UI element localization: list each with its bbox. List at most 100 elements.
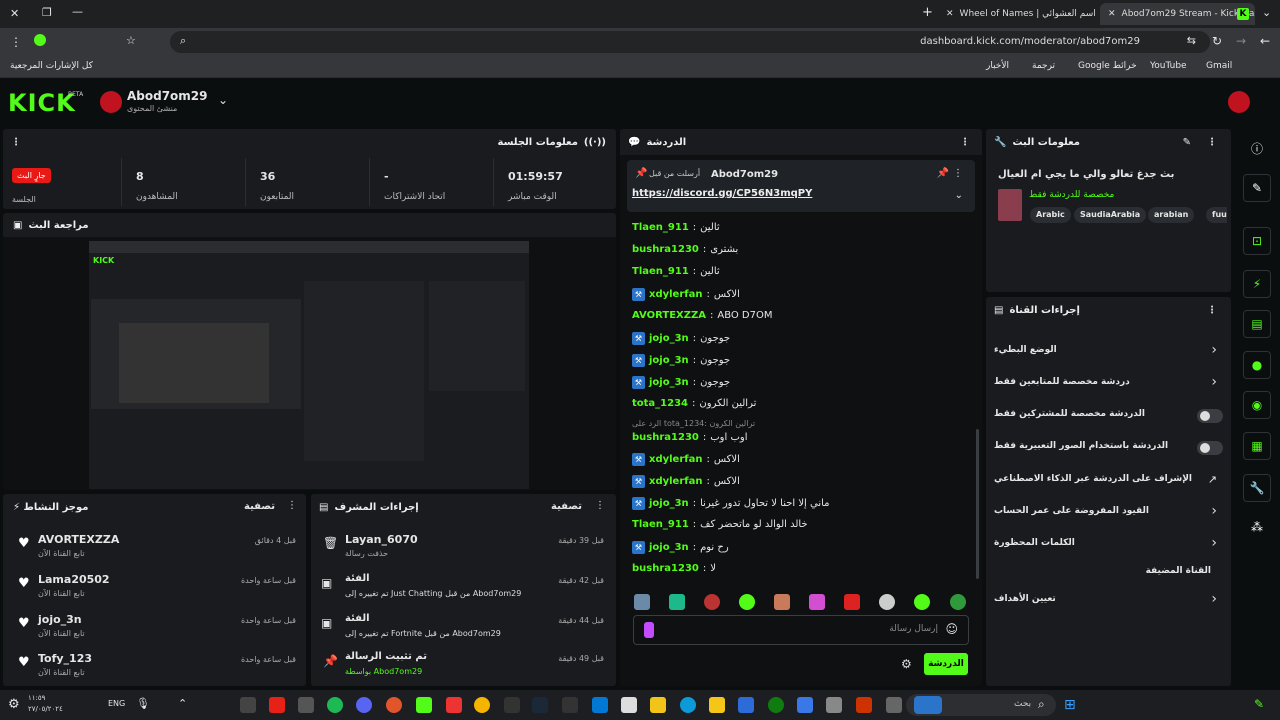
reply-context[interactable]: الرد على tota_1234: ترالين الكرون xyxy=(632,419,755,428)
close-window-icon[interactable]: ✕ xyxy=(10,7,19,20)
chat-username[interactable]: tota_1234 xyxy=(632,398,688,409)
taskbar-app-icon[interactable] xyxy=(650,697,666,713)
tag[interactable]: fuuu xyxy=(1206,207,1227,223)
chat-username[interactable]: jojo_3n xyxy=(649,333,689,344)
extension-icon[interactable] xyxy=(34,34,46,46)
spotify-icon[interactable] xyxy=(327,697,343,713)
forward-icon[interactable]: → xyxy=(1236,34,1246,48)
chevron-down-icon[interactable]: ⌄ xyxy=(218,93,228,107)
channel-action-row[interactable]: الدردشة مخصصة للمشتركين فقط xyxy=(986,404,1231,428)
chat-message[interactable]: Tlaen_911: ثالين xyxy=(632,222,720,233)
chat-username[interactable]: AVORTEXZZA xyxy=(632,310,706,321)
broadcast-icon[interactable]: ◉ xyxy=(1243,391,1271,419)
close-tab-icon[interactable]: ✕ xyxy=(1108,9,1116,19)
chevron-right-icon[interactable]: › xyxy=(1211,374,1217,390)
emote[interactable] xyxy=(739,594,755,610)
close-tab-icon[interactable]: ✕ xyxy=(946,9,954,19)
taskbar-app-icon[interactable] xyxy=(797,697,813,713)
user-avatar[interactable] xyxy=(1228,91,1250,113)
more-icon[interactable]: ⋮ xyxy=(595,500,605,511)
file-explorer-icon[interactable] xyxy=(709,697,725,713)
chat-message[interactable]: ⚒ xdylerfan: الاكس xyxy=(632,288,740,301)
taskbar-app-icon[interactable] xyxy=(240,697,256,713)
tag[interactable]: arabian xyxy=(1148,207,1195,223)
taskbar-app-icon[interactable] xyxy=(386,697,402,713)
send-chat-button[interactable]: الدردشة xyxy=(924,653,968,675)
chevron-right-icon[interactable]: › xyxy=(1211,342,1217,358)
site-settings-icon[interactable]: ⇆ xyxy=(1187,34,1196,47)
pencil-icon[interactable]: ✎ xyxy=(1243,174,1271,202)
emote[interactable] xyxy=(809,594,825,610)
bookmark-news[interactable]: الأخبار xyxy=(986,61,1009,71)
chat-username[interactable]: Tlaen_911 xyxy=(632,519,689,530)
channel-action-row[interactable]: الكلمات المحظورة › xyxy=(986,533,1231,557)
emote[interactable] xyxy=(704,594,720,610)
chat-message[interactable]: ⚒ jojo_3n: جوجون xyxy=(632,354,730,367)
chat-message[interactable]: bushra1230: اوب اوب xyxy=(632,432,747,443)
bookmark-translate[interactable]: ترجمة xyxy=(1032,61,1055,71)
menu-icon[interactable]: ⋮ xyxy=(10,35,22,49)
filter-button[interactable]: تصفية xyxy=(551,501,582,512)
chat-input[interactable]: إرسال رسالة ☺ xyxy=(633,615,969,645)
clock-date[interactable]: ٢٧/٠٥/٢٠٢٤ xyxy=(28,705,63,713)
emote[interactable] xyxy=(844,594,860,610)
chat-username[interactable]: xdylerfan xyxy=(649,289,703,300)
pinned-link[interactable]: https://discord.gg/CP56N3mqPY xyxy=(632,188,812,199)
all-bookmarks[interactable]: كل الإشارات المرجعية xyxy=(10,61,93,71)
minimize-icon[interactable]: — xyxy=(72,5,83,18)
taskbar-app-icon[interactable] xyxy=(298,697,314,713)
back-icon[interactable]: ← xyxy=(1260,34,1270,48)
bookmark-gmail[interactable]: Gmail xyxy=(1206,61,1232,71)
windows-start-icon[interactable]: ⊞ xyxy=(1064,697,1076,713)
tag[interactable]: SaudiaArabia xyxy=(1074,207,1147,223)
chrome-icon[interactable] xyxy=(474,697,490,713)
chevron-up-icon[interactable]: ⌃ xyxy=(178,697,187,710)
chat-scrollbar[interactable] xyxy=(976,429,979,579)
more-icon[interactable]: ⋮ xyxy=(953,168,963,179)
chat-message[interactable]: tota_1234: ترالين الكرون xyxy=(632,398,756,409)
chat-username[interactable]: Tlaen_911 xyxy=(632,266,689,277)
obs-icon[interactable] xyxy=(826,697,842,713)
bookmark-maps[interactable]: Google خرائط xyxy=(1078,61,1137,71)
chat-username[interactable]: jojo_3n xyxy=(649,355,689,366)
chat-message[interactable]: ⚒ xdylerfan: الاكس xyxy=(632,453,740,466)
taskbar-app-icon[interactable] xyxy=(886,697,902,713)
chat-message[interactable]: ⚒ jojo_3n: ماني إلا احنا لا تحاول تدور غير… xyxy=(632,497,830,510)
xbox-icon[interactable] xyxy=(768,697,784,713)
chat-username[interactable]: xdylerfan xyxy=(649,476,703,487)
channel-action-row[interactable]: دردشة مخصصة للمتابعين فقط › xyxy=(986,372,1231,396)
focus-icon[interactable]: ⊡ xyxy=(1243,227,1271,255)
epic-games-icon[interactable] xyxy=(562,697,578,713)
chat-bubble-icon[interactable]: ● xyxy=(1243,351,1271,379)
emote[interactable] xyxy=(774,594,790,610)
more-icon[interactable]: ⋮ xyxy=(11,137,21,148)
chat-username[interactable]: bushra1230 xyxy=(632,563,699,574)
mic-icon[interactable]: 🎙 xyxy=(136,697,150,710)
chat-message[interactable]: Tlaen_911: ثالين xyxy=(632,266,720,277)
channel-action-row[interactable]: تعيين الأهداف › xyxy=(986,589,1231,613)
new-tab-icon[interactable]: + xyxy=(922,5,933,20)
chat-message[interactable]: AVORTEXZZA: ABO D7OM xyxy=(632,310,773,321)
chat-message[interactable]: bushra1230: بشترى xyxy=(632,244,738,255)
discord-icon[interactable] xyxy=(356,697,372,713)
bookmark-star-icon[interactable]: ☆ xyxy=(126,34,136,47)
chat-username[interactable]: bushra1230 xyxy=(632,432,699,443)
emote[interactable] xyxy=(634,594,650,610)
edge-icon[interactable] xyxy=(680,697,696,713)
chat-username[interactable]: jojo_3n xyxy=(649,542,689,553)
youtube-app-icon[interactable] xyxy=(269,697,285,713)
edit-icon[interactable]: ✎ xyxy=(1183,137,1191,148)
reload-icon[interactable]: ↻ xyxy=(1212,34,1222,48)
apps-icon[interactable]: ⁂ xyxy=(1251,520,1263,534)
emote[interactable] xyxy=(914,594,930,610)
settings-gear-icon[interactable]: ⚙ xyxy=(8,697,20,712)
whatsapp-mic-icon[interactable]: ✎ xyxy=(1254,697,1264,711)
channel-action-row[interactable]: الدردشة باستخدام الصور التعبيرية فقط xyxy=(986,436,1231,460)
zoom-icon[interactable]: ⌕ xyxy=(180,34,186,48)
chat-message[interactable]: bushra1230: لا xyxy=(632,563,716,574)
channel-action-row[interactable]: الإشراف على الدردشة عبر الذكاء الاصطناعي… xyxy=(986,469,1231,493)
steam-icon[interactable] xyxy=(532,697,548,713)
tab-kick-dashboard[interactable]: ✕ Abod7om29 Stream - Kick Dash K xyxy=(1100,3,1255,25)
emote[interactable] xyxy=(879,594,895,610)
stream-video[interactable]: KICK xyxy=(89,241,529,489)
